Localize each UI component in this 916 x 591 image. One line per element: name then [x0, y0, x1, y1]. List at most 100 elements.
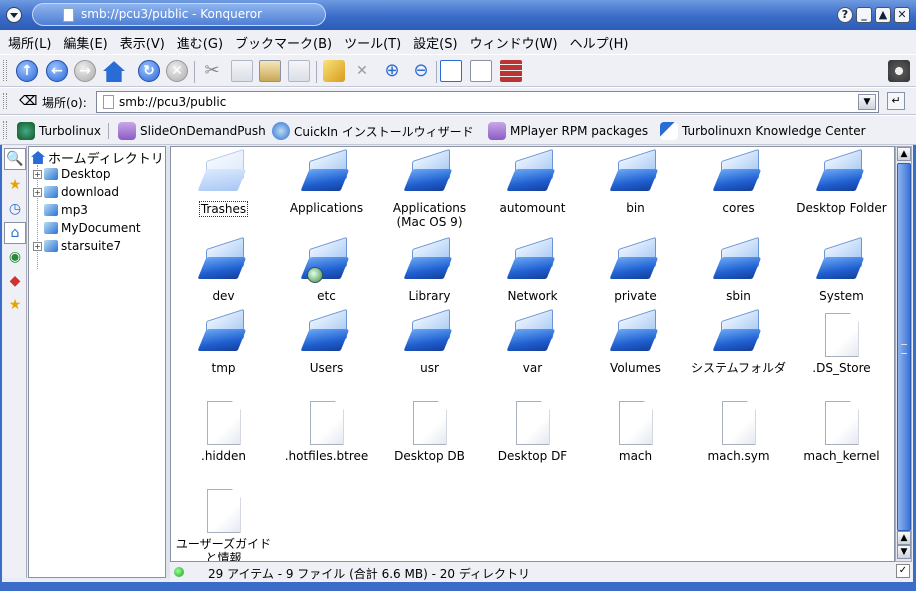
window-menu-icon[interactable] — [6, 7, 22, 23]
document-icon — [309, 401, 344, 445]
menu-edit[interactable]: 編集(E) — [63, 33, 107, 52]
reload-icon[interactable]: ↻ — [138, 60, 160, 82]
file-item[interactable]: Applications — [275, 148, 378, 215]
location-input[interactable] — [119, 94, 849, 110]
menu-tools[interactable]: ツール(T) — [344, 33, 401, 52]
menu-bookmarks[interactable]: ブックマーク(B) — [235, 33, 332, 52]
expand-icon[interactable]: + — [33, 241, 42, 251]
bookmark-cuickin[interactable]: CuickIn インストールウィザード — [272, 121, 474, 141]
new-folder-icon[interactable] — [323, 60, 345, 82]
up-arrow-icon[interactable]: ↑ — [16, 60, 38, 82]
chevron-down-icon[interactable]: ▼ — [858, 94, 876, 110]
menu-location[interactable]: 場所(L) — [8, 33, 51, 52]
bookmark-turbolinux[interactable]: Turbolinux — [17, 121, 101, 141]
file-item[interactable]: var — [481, 308, 584, 375]
menu-help[interactable]: ヘルプ(H) — [570, 33, 629, 52]
vertical-scrollbar[interactable]: ▲ ▲ ▼ — [895, 146, 912, 562]
list-view-icon[interactable] — [470, 60, 492, 82]
menu-view[interactable]: 表示(V) — [120, 33, 165, 52]
home-icon[interactable] — [103, 61, 125, 82]
file-item[interactable]: cores — [687, 148, 790, 215]
file-item[interactable]: mach.sym — [687, 401, 790, 463]
back-arrow-icon[interactable]: ← — [46, 60, 68, 82]
close-button[interactable]: ✕ — [894, 7, 910, 23]
bookmark-slideondemandpush[interactable]: SlideOnDemandPush — [118, 121, 266, 141]
home-folder-icon[interactable]: ⌂ — [4, 222, 26, 244]
file-item[interactable]: Applications (Mac OS 9) — [378, 148, 481, 229]
file-item[interactable]: Desktop DB — [378, 401, 481, 463]
folder-icon — [44, 222, 58, 234]
file-item[interactable]: mach — [584, 401, 687, 463]
tree-item-mp3[interactable]: mp3 — [33, 203, 88, 217]
network-icon[interactable]: ◉ — [4, 246, 26, 268]
cut-icon[interactable]: ✂ — [201, 60, 223, 82]
file-item[interactable]: Desktop Folder — [790, 148, 893, 215]
tree-item-starsuite7[interactable]: + starsuite7 — [33, 239, 121, 253]
delete-icon[interactable]: ✕ — [351, 60, 373, 82]
link-view-checkbox[interactable]: ✓ — [896, 564, 910, 578]
file-item[interactable]: .hotfiles.btree — [275, 401, 378, 463]
bookmark-mplayer[interactable]: MPlayer RPM packages — [488, 121, 648, 141]
zoom-out-icon[interactable]: ⊖ — [410, 60, 432, 82]
icon-view-icon[interactable] — [440, 60, 462, 82]
minimize-button[interactable]: _ — [856, 7, 872, 23]
location-combobox[interactable]: ▼ — [96, 91, 879, 113]
print-icon[interactable] — [288, 60, 310, 82]
tree-item-desktop[interactable]: + Desktop — [33, 167, 111, 181]
favorites-star-icon[interactable]: ★ — [4, 294, 26, 316]
file-item[interactable]: .DS_Store — [790, 313, 893, 375]
go-button[interactable]: ↵ — [887, 92, 905, 110]
clear-location-icon[interactable]: ⌫ — [19, 94, 37, 109]
folder-icon — [300, 148, 351, 199]
search-icon[interactable]: 🔍 — [4, 148, 26, 170]
file-item[interactable]: Trashes — [172, 148, 275, 217]
file-item[interactable]: automount — [481, 148, 584, 215]
history-clock-icon[interactable]: ◷ — [4, 198, 26, 220]
stop-icon[interactable]: ✕ — [166, 60, 188, 82]
toolbar-grip[interactable] — [3, 121, 7, 139]
firewall-icon[interactable] — [500, 60, 522, 82]
file-item[interactable]: Desktop DF — [481, 401, 584, 463]
file-item[interactable]: private — [584, 236, 687, 303]
tree-item-mydocument[interactable]: MyDocument — [33, 221, 141, 235]
help-button[interactable]: ? — [837, 7, 853, 23]
file-item[interactable]: dev — [172, 236, 275, 303]
menu-go[interactable]: 進む(G) — [177, 33, 223, 52]
file-item[interactable]: mach_kernel — [790, 401, 893, 463]
expand-icon[interactable]: + — [33, 169, 42, 179]
file-item[interactable]: Library — [378, 236, 481, 303]
file-item[interactable]: tmp — [172, 308, 275, 375]
file-item[interactable]: Users — [275, 308, 378, 375]
file-item[interactable]: etc — [275, 236, 378, 303]
file-item[interactable]: bin — [584, 148, 687, 215]
expand-icon[interactable]: + — [33, 187, 42, 197]
file-item[interactable]: システムフォルダ — [687, 308, 790, 375]
toolbar-grip[interactable] — [3, 60, 7, 81]
copy-icon[interactable] — [231, 60, 253, 82]
file-item[interactable]: Volumes — [584, 308, 687, 375]
file-icon-view[interactable]: Trashes Applications Applications (Mac OS … — [170, 146, 895, 562]
maximize-button[interactable]: ▲ — [875, 7, 891, 23]
scroll-down-icon[interactable]: ▼ — [897, 545, 911, 559]
forward-arrow-icon[interactable]: → — [74, 60, 96, 82]
zoom-in-icon[interactable]: ⊕ — [381, 60, 403, 82]
tree-item-download[interactable]: + download — [33, 185, 119, 199]
tree-root-home[interactable]: ホームディレクトリ — [31, 148, 164, 167]
bookmarks-star-icon[interactable]: ★ — [4, 174, 26, 196]
file-item[interactable]: Network — [481, 236, 584, 303]
scroll-up-icon[interactable]: ▲ — [897, 147, 911, 161]
file-item[interactable]: usr — [378, 308, 481, 375]
toolbar-grip[interactable] — [3, 93, 7, 109]
bookmark-knowledge-center[interactable]: Turbolinuxn Knowledge Center — [660, 121, 866, 141]
scrollbar-thumb[interactable] — [897, 163, 911, 531]
file-item[interactable]: .hidden — [172, 401, 275, 463]
file-item[interactable]: sbin — [687, 236, 790, 303]
scroll-up-icon[interactable]: ▲ — [897, 531, 911, 545]
menu-settings[interactable]: 設定(S) — [413, 33, 457, 52]
menu-window[interactable]: ウィンドウ(W) — [470, 33, 558, 52]
services-icon[interactable]: ◆ — [4, 270, 26, 292]
folder-icon — [609, 236, 660, 287]
paste-icon[interactable] — [259, 60, 281, 82]
file-item[interactable]: System — [790, 236, 893, 303]
file-item[interactable]: ユーザーズガイドと情報 — [172, 489, 275, 561]
